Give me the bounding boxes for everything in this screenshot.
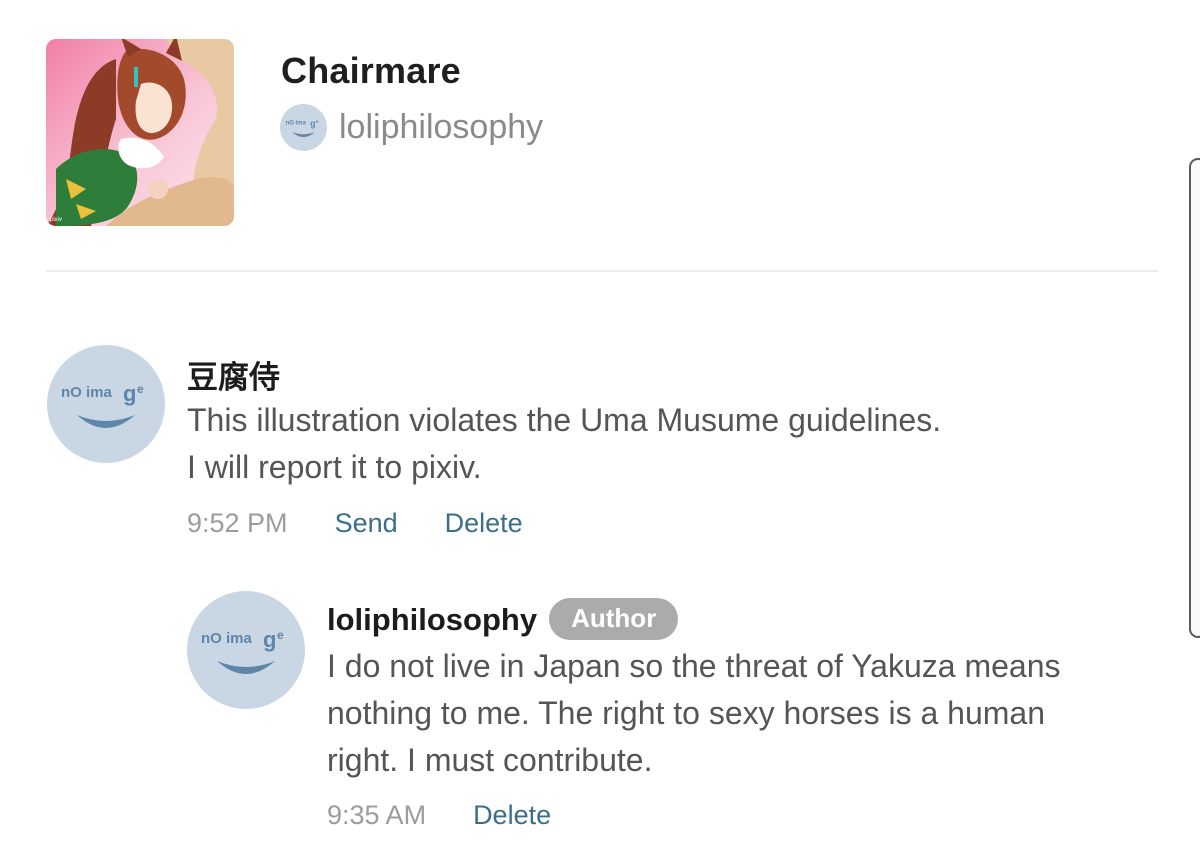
svg-text:nO ima: nO ima xyxy=(61,384,113,401)
svg-text:e: e xyxy=(277,628,284,642)
svg-text:g: g xyxy=(263,627,276,652)
send-button[interactable]: Send xyxy=(335,508,398,539)
scrollbar[interactable] xyxy=(1189,158,1200,638)
delete-button[interactable]: Delete xyxy=(445,508,523,539)
illustration-thumbnail[interactable]: pixiv xyxy=(46,39,234,226)
reply-meta: 9:35 AM Delete xyxy=(327,800,551,831)
reply-text: I do not live in Japan so the threat of … xyxy=(327,643,1061,784)
reply-avatar-icon[interactable]: nO ima g e xyxy=(187,591,305,709)
work-title[interactable]: Chairmare xyxy=(281,50,461,92)
comment-text: This illustration violates the Uma Musum… xyxy=(187,397,941,491)
svg-text:e: e xyxy=(137,382,144,396)
work-author[interactable]: nO ima g e loliphilosophy xyxy=(280,103,543,151)
reply-delete-button[interactable]: Delete xyxy=(473,800,551,831)
svg-text:g: g xyxy=(123,381,136,406)
commenter-avatar-icon[interactable]: nO ima g e xyxy=(47,345,165,463)
comment-time: 9:52 PM xyxy=(187,508,288,538)
comment-username[interactable]: 豆腐侍 xyxy=(187,352,280,397)
svg-text:nO ima: nO ima xyxy=(201,630,253,647)
svg-text:nO ima: nO ima xyxy=(286,120,307,126)
author-name[interactable]: loliphilosophy xyxy=(339,108,543,147)
no-image-avatar-icon: nO ima g e xyxy=(280,103,327,151)
illustration-image: pixiv xyxy=(46,39,234,226)
svg-text:g: g xyxy=(310,118,315,128)
section-divider xyxy=(46,270,1158,272)
reply-username[interactable]: loliphilosophy xyxy=(327,602,537,637)
reply-line: right. I must contribute. xyxy=(327,742,653,778)
comment-meta: 9:52 PM Send Delete xyxy=(187,508,523,539)
reply-header: loliphilosophy Author xyxy=(327,598,679,640)
comment-line: This illustration violates the Uma Musum… xyxy=(187,402,942,438)
svg-text:e: e xyxy=(316,120,319,125)
author-badge: Author xyxy=(549,598,679,640)
reply-line: nothing to me. The right to sexy horses … xyxy=(327,695,1046,731)
reply-time: 9:35 AM xyxy=(327,800,427,830)
comment-line: I will report it to pixiv. xyxy=(187,449,482,485)
svg-text:pixiv: pixiv xyxy=(50,217,62,223)
reply-line: I do not live in Japan so the threat of … xyxy=(327,648,1061,684)
